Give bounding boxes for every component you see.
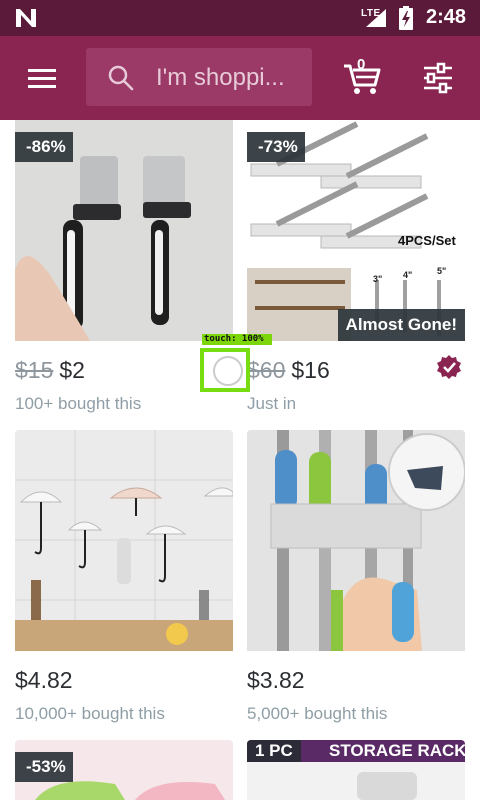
almost-gone-badge: Almost Gone!	[337, 309, 465, 341]
price-row: $4.82	[15, 667, 73, 694]
size-label: 3"	[373, 274, 383, 284]
bought-count: 5,000+ bought this	[247, 704, 388, 723]
menu-icon[interactable]	[24, 64, 60, 92]
product-image[interactable]	[247, 430, 465, 651]
banner-title: STORAGE RACK	[329, 741, 465, 760]
discount-badge: -86%	[15, 132, 73, 162]
discount-badge: -73%	[247, 132, 305, 162]
bought-count: 10,000+ bought this	[15, 704, 165, 723]
bought-count: 100+ bought this	[15, 394, 142, 413]
search-placeholder: I'm shoppi...	[156, 64, 285, 91]
price-row: $15 $2	[15, 357, 85, 384]
status-time: 2:48	[426, 6, 467, 28]
original-price: $15	[15, 357, 54, 383]
product-image[interactable]: 4PCS/Set 3" 4" 5" -73% Almost Gone!	[247, 120, 465, 341]
search-input[interactable]: I'm shoppi...	[86, 48, 312, 106]
product-card[interactable]: 1 PC STORAGE RACK	[247, 740, 465, 800]
sale-price: $16	[291, 357, 330, 383]
product-image[interactable]: -86%	[15, 120, 233, 341]
touch-point-icon	[213, 356, 243, 386]
battery-charging-icon	[399, 6, 413, 30]
size-label: 4"	[403, 270, 413, 280]
umbrella-hook-image	[15, 430, 233, 651]
mop-holder-image	[247, 430, 465, 651]
sale-price: $2	[59, 357, 85, 383]
touch-label: touch: 100%	[202, 334, 272, 345]
product-card[interactable]: -86% $15 $2 100+ bought this	[15, 120, 233, 413]
original-price: $60	[247, 357, 286, 383]
touch-indicator: touch: 100%	[200, 334, 272, 392]
product-card[interactable]: -53%	[15, 740, 233, 800]
banner-quantity: 1 PC	[247, 740, 301, 762]
size-label: 5"	[437, 266, 447, 276]
verified-badge-icon	[437, 355, 461, 379]
price-row: $60 $16	[247, 357, 330, 384]
product-card[interactable]: $3.82 5,000+ bought this	[247, 430, 465, 723]
sale-price: $3.82	[247, 667, 305, 693]
filter-icon[interactable]	[420, 60, 456, 96]
image-caption: 4PCS/Set	[398, 233, 456, 248]
product-image[interactable]	[15, 430, 233, 651]
cart-count-badge: 0	[357, 56, 366, 73]
app-logo-icon	[16, 9, 36, 27]
sale-price: $4.82	[15, 667, 73, 693]
product-card[interactable]: $4.82 10,000+ bought this	[15, 430, 233, 723]
price-row: $3.82	[247, 667, 305, 694]
product-image[interactable]: 1 PC STORAGE RACK	[247, 740, 465, 800]
status-bar: LTE 2:48	[0, 0, 480, 36]
app-bar: I'm shoppi... 0	[0, 36, 480, 120]
signal-icon	[366, 9, 386, 27]
bought-count: Just in	[247, 394, 297, 413]
search-icon	[108, 65, 134, 91]
product-card[interactable]: 4PCS/Set 3" 4" 5" -73% Almost Gone! $60 $…	[247, 120, 465, 413]
touch-box	[200, 348, 250, 392]
storage-rack-image	[247, 762, 465, 800]
discount-badge: -53%	[15, 752, 73, 782]
product-image[interactable]: -53%	[15, 740, 233, 800]
